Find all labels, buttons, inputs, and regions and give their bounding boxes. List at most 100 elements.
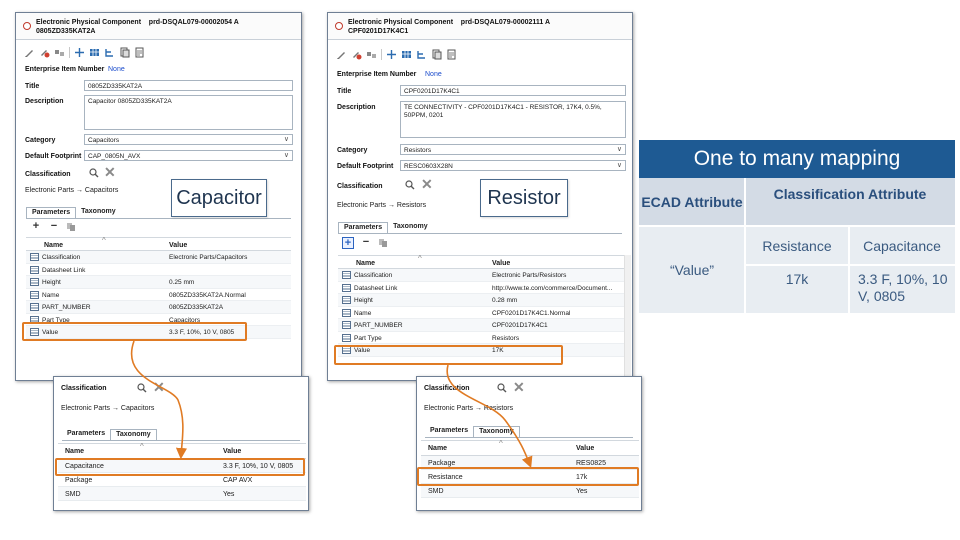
- close-icon[interactable]: ✕: [104, 165, 116, 179]
- search-icon[interactable]: [89, 168, 99, 178]
- table-icon[interactable]: [89, 47, 100, 58]
- grid-row[interactable]: PART_NUMBER 0805ZD335KAT2A: [26, 301, 291, 314]
- classification-path: Electronic Parts → Resistors: [337, 202, 427, 209]
- grid-row[interactable]: Part Type Capacitors: [26, 314, 291, 326]
- tab-taxonomy[interactable]: Taxonomy: [388, 222, 433, 233]
- tab-divider: [425, 437, 633, 438]
- tab-taxonomy[interactable]: Taxonomy: [473, 426, 520, 437]
- row-icon: [342, 283, 351, 292]
- copy-icon[interactable]: [431, 49, 442, 60]
- move-icon[interactable]: [386, 49, 397, 60]
- grid-row[interactable]: Height 0.28 mm: [338, 294, 626, 307]
- search-icon[interactable]: [497, 383, 507, 393]
- description-input[interactable]: TE CONNECTIVITY - CPF0201D17K4C1 - RESIS…: [400, 101, 626, 138]
- grid-row[interactable]: Part Type Resistors: [338, 332, 626, 344]
- name-column-header[interactable]: Name: [428, 445, 447, 452]
- duplicate-icon[interactable]: [66, 222, 76, 232]
- value-column-header[interactable]: Value: [223, 448, 241, 455]
- grid-row[interactable]: Package RES0825: [421, 456, 639, 470]
- row-icon: [342, 308, 351, 317]
- tab-divider: [26, 218, 291, 219]
- tab-parameters[interactable]: Parameters: [26, 207, 77, 218]
- name-column-header[interactable]: Name: [356, 260, 375, 267]
- row-value: 17k: [576, 474, 588, 481]
- row-name: Package: [428, 460, 456, 467]
- tab-taxonomy[interactable]: Taxonomy: [76, 207, 121, 218]
- link-icon[interactable]: [366, 49, 377, 60]
- grid-row[interactable]: Datasheet Link: [26, 264, 291, 276]
- remove-icon[interactable]: −: [360, 237, 372, 249]
- tab-parameters[interactable]: Parameters: [62, 429, 110, 440]
- value-column-header[interactable]: Value: [169, 242, 187, 249]
- grid-row-value[interactable]: Value 3.3 F, 10%, 10 V, 0805: [26, 326, 291, 339]
- edit-tag-icon[interactable]: [39, 47, 50, 58]
- category-select[interactable]: Capacitors: [84, 134, 293, 145]
- grid-scrollbar[interactable]: [624, 255, 631, 379]
- grid-row[interactable]: Classification Electronic Parts/Resistors: [338, 269, 626, 282]
- description-input[interactable]: Capacitor 0805ZD335KAT2A: [84, 95, 293, 130]
- grid-row-value[interactable]: Value 17K: [338, 344, 626, 357]
- toolbar: [336, 47, 457, 61]
- value-column-header[interactable]: Value: [576, 445, 594, 452]
- name-column-header[interactable]: Name: [65, 448, 84, 455]
- name-column-header[interactable]: Name: [44, 242, 63, 249]
- grid-row[interactable]: Name CPF0201D17K4C1.Normal: [338, 307, 626, 319]
- status-radio-icon[interactable]: [23, 22, 31, 30]
- report-icon[interactable]: [134, 47, 145, 58]
- footprint-select[interactable]: CAP_0805N_AVX: [84, 150, 293, 161]
- grid-row[interactable]: Height 0.25 mm: [26, 276, 291, 289]
- footprint-select[interactable]: RESC0603X28N: [400, 160, 626, 171]
- tab-parameters[interactable]: Parameters: [425, 426, 473, 437]
- classification-path: Electronic Parts → Capacitors: [25, 187, 119, 194]
- capacitance-attr-cell: Capacitance: [849, 226, 955, 265]
- enterprise-item-number-value[interactable]: None: [108, 66, 125, 73]
- grid-header-row: Name ^ Value: [26, 236, 291, 251]
- add-icon[interactable]: +: [342, 237, 354, 249]
- classification-path: Electronic Parts → Capacitors: [61, 405, 155, 412]
- taxonomy-grid: Name ^ Value Capacitance 3.3 F, 10%, 10 V…: [58, 442, 306, 501]
- value-column-header[interactable]: Value: [492, 260, 510, 267]
- grid-row-resistance[interactable]: Resistance 17k: [421, 470, 639, 484]
- tab-taxonomy[interactable]: Taxonomy: [110, 429, 157, 440]
- grid-row[interactable]: Datasheet Link http://www.te.com/commerce…: [338, 282, 626, 294]
- row-name: Package: [65, 477, 93, 484]
- title-input[interactable]: 0805ZD335KAT2A: [84, 80, 293, 91]
- link-icon[interactable]: [54, 47, 65, 58]
- tree-icon[interactable]: [104, 47, 115, 58]
- enterprise-item-number-value[interactable]: None: [425, 71, 442, 78]
- grid-row[interactable]: Package CAP AVX: [58, 473, 306, 487]
- description-label: Description: [337, 104, 376, 111]
- edit-tag-icon[interactable]: [351, 49, 362, 60]
- parameters-toolbar: + −: [342, 237, 388, 249]
- search-icon[interactable]: [137, 383, 147, 393]
- close-icon[interactable]: ✕: [153, 380, 165, 394]
- grid-row[interactable]: SMD Yes: [421, 484, 639, 498]
- close-icon[interactable]: ✕: [421, 177, 433, 191]
- copy-icon[interactable]: [119, 47, 130, 58]
- tab-parameters[interactable]: Parameters: [338, 222, 389, 233]
- table-icon[interactable]: [401, 49, 412, 60]
- grid-row[interactable]: SMD Yes: [58, 487, 306, 501]
- row-value: 0.25 mm: [169, 279, 195, 286]
- close-icon[interactable]: ✕: [513, 380, 525, 394]
- remove-icon[interactable]: −: [48, 221, 60, 233]
- title-input[interactable]: CPF0201D17K4C1: [400, 85, 626, 96]
- row-name: SMD: [428, 488, 444, 495]
- pencil-icon[interactable]: [336, 49, 347, 60]
- add-icon[interactable]: +: [30, 221, 42, 233]
- grid-row[interactable]: Classification Electronic Parts/Capacitor…: [26, 251, 291, 264]
- report-icon[interactable]: [446, 49, 457, 60]
- row-value: 3.3 F, 10%, 10 V, 0805: [169, 329, 235, 336]
- pencil-icon[interactable]: [24, 47, 35, 58]
- duplicate-icon[interactable]: [378, 238, 388, 248]
- move-icon[interactable]: [74, 47, 85, 58]
- tree-icon[interactable]: [416, 49, 427, 60]
- search-icon[interactable]: [405, 180, 415, 190]
- row-name: Height: [354, 297, 373, 304]
- grid-row[interactable]: PART_NUMBER CPF0201D17K4C1: [338, 319, 626, 332]
- grid-row[interactable]: Name 0805ZD335KAT2A.Normal: [26, 289, 291, 301]
- category-select[interactable]: Resistors: [400, 144, 626, 155]
- row-icon: [342, 271, 351, 279]
- status-radio-icon[interactable]: [335, 22, 343, 30]
- grid-row-capacitance[interactable]: Capacitance 3.3 F, 10%, 10 V, 0805: [58, 459, 306, 473]
